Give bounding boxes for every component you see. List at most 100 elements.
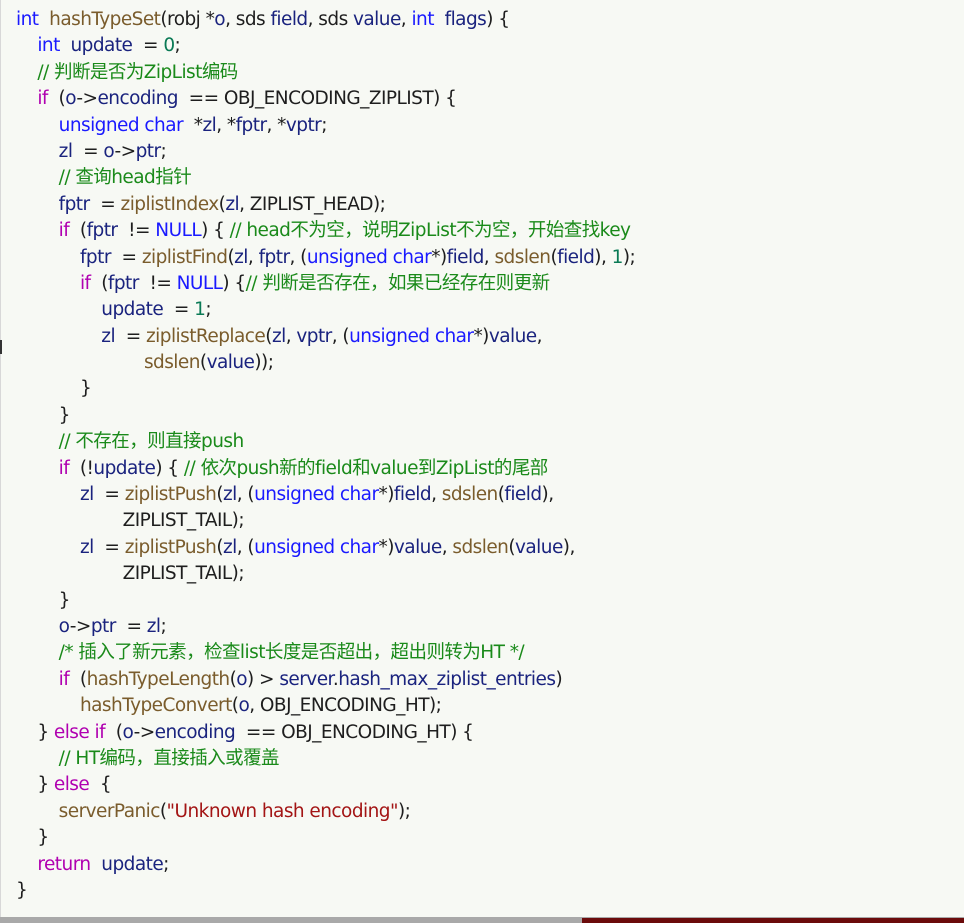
code-token: unsigned char [306,246,432,268]
code-token: vptr [285,114,322,136]
code-token: if [58,457,70,479]
code-token: zl [223,484,237,506]
code-token: sdslen [494,246,551,268]
code-token: ; [160,615,167,637]
code-token: ; [174,35,181,57]
bottom-border [0,917,964,923]
code-token: -> [133,721,156,743]
code-token: , [239,193,250,215]
code-line: sdslen(value)); [16,350,635,376]
code-line: } [16,403,635,429]
code-line: int hashTypeSet(robj *o, sds field, sds … [16,7,635,33]
code-token: value [353,9,401,30]
code-token: // HT编码，直接插入或覆盖 [58,747,280,769]
code-token: ); [231,510,245,532]
code-line: } else { [16,772,635,798]
code-token: , ( [236,484,255,506]
code-line: if (fptr != NULL) {// 判断是否存在，如果已经存在则更新 [16,271,635,297]
code-token: ( [508,536,515,558]
code-token: ) { [155,457,184,479]
code-token: fptr [79,246,111,268]
code-token: OBJ_ENCODING_HT [259,695,430,717]
code-token: ), [594,246,612,268]
code-token: if [79,272,91,294]
code-token: fptr [258,246,290,268]
code-token: value [393,536,442,558]
code-line: zl = o->ptr; [16,139,635,165]
code-token: ); [231,563,245,585]
code-token: (! [69,457,94,479]
code-token: = [163,299,195,321]
code-line: } [16,588,635,614]
code-token: , [483,246,495,268]
code-token: -> [69,615,92,637]
code-token: int [16,9,39,30]
code-token: ( [47,88,66,110]
code-line: ZIPLIST_TAIL); [16,508,635,534]
code-token: != [117,220,156,242]
code-token: o [103,140,115,162]
code-token: ( [159,800,167,822]
code-token: } [16,378,92,400]
code-token: ( [69,668,87,690]
code-token: sdslen [452,536,509,558]
code-token: unsigned char [254,484,379,506]
code-token: = [115,615,147,637]
code-token: ( [105,721,123,743]
code-line: o->ptr = zl; [16,614,635,640]
code-token: } [16,589,71,611]
code-token: field [504,484,542,506]
code-token: value [488,325,537,347]
code-line: // 不存在，则直接push [16,429,635,455]
code-line: zl = ziplistPush(zl, (unsigned char*)val… [16,535,635,561]
code-line: } else if (o->encoding == OBJ_ENCODING_H… [16,720,635,746]
code-token: = [72,140,104,162]
code-line: serverPanic("Unknown hash encoding"); [16,799,635,825]
code-token: ziplistIndex [120,193,220,215]
left-edge-marker [0,340,2,354]
code-token: zl [234,246,248,268]
code-token: *) [473,325,489,347]
code-token: fptr [86,220,118,242]
code-line: } [16,376,635,402]
code-token: ) { [486,9,510,30]
code-token: , [247,246,259,268]
code-token: return [37,853,91,875]
code-token: ) [555,668,563,690]
code-token: zl [223,536,237,558]
code-token: , sds [307,9,353,30]
code-token: ptr [90,615,117,637]
code-token: hash_max_ziplist_entries [338,668,556,690]
code-token: NULL [176,272,223,294]
code-token: zl [146,615,161,637]
code-token: update [101,299,164,321]
code-token: fptr [107,272,139,294]
code-token: = [93,536,125,558]
code-token: == [178,88,224,110]
code-token: } [16,827,49,849]
code-token: o [58,615,71,637]
code-token: server [279,668,333,690]
code-token: field [393,484,432,506]
code-token: encoding [154,721,236,743]
code-token: // 判断是否存在，如果已经存在则更新 [245,272,550,294]
code-token: *) [431,246,447,268]
code-line: } [16,878,635,904]
code-token: if [58,668,70,690]
code-token: ( [216,536,223,558]
code-token: if [37,88,48,110]
code-token: o [236,668,248,690]
code-token: sdslen [441,484,499,506]
code-token: , [249,695,260,717]
code-token: if [58,220,70,242]
code-token: ; [321,114,327,136]
code-token: // 依次push新的field和value到ZipList的尾部 [183,457,548,479]
